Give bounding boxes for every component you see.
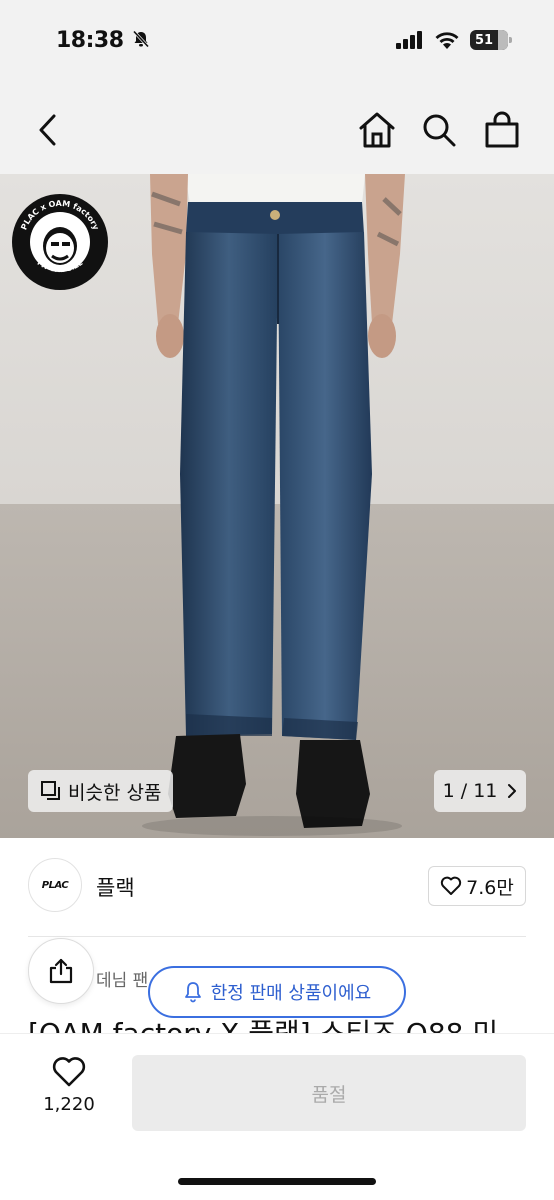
bell-slash-icon xyxy=(132,30,149,48)
share-button[interactable] xyxy=(28,938,94,1004)
wishlist-button[interactable]: 1,220 xyxy=(30,1056,108,1136)
limited-sale-text: 한정 판매 상품이에요 xyxy=(210,983,372,1004)
back-button[interactable] xyxy=(26,108,70,152)
search-button[interactable] xyxy=(417,108,461,152)
cart-button[interactable] xyxy=(480,108,524,152)
similar-products-label: 비슷한 상품 xyxy=(68,781,162,804)
heart-icon xyxy=(440,876,462,895)
status-icons: 51 xyxy=(396,30,512,50)
back-chevron-icon xyxy=(39,114,56,146)
battery-level: 51 xyxy=(475,32,494,48)
image-page-counter[interactable]: 1 / 11 xyxy=(434,770,526,812)
signal-icon xyxy=(396,31,422,49)
similar-products-icon xyxy=(41,781,60,800)
battery-icon: 51 xyxy=(470,30,512,50)
brand-name[interactable]: 플랙 xyxy=(96,872,135,902)
home-button[interactable] xyxy=(355,108,399,152)
heart-icon xyxy=(52,1057,86,1087)
search-icon xyxy=(423,114,456,147)
bottom-action-bar: 1,220 품절 xyxy=(0,1034,554,1200)
collab-badge-logo: PLAC x OAM factory FIT THE SIZE xyxy=(12,194,108,290)
clock-text: 18:38 xyxy=(56,28,124,53)
bell-icon xyxy=(184,982,201,1003)
share-icon xyxy=(49,958,73,984)
divider xyxy=(28,936,526,937)
limited-sale-notice: 한정 판매 상품이에요 xyxy=(148,966,406,1018)
home-icon xyxy=(359,112,395,148)
brand-like-button[interactable]: 7.6만 xyxy=(428,866,526,906)
status-time: 18:38 xyxy=(56,28,151,53)
top-nav-bar xyxy=(0,90,554,174)
chevron-right-icon xyxy=(508,784,517,798)
brand-like-count: 7.6만 xyxy=(466,876,514,899)
brand-logo[interactable]: PLAC xyxy=(28,858,82,912)
wishlist-count: 1,220 xyxy=(43,1094,95,1115)
brand-row: PLAC 플랙 7.6만 xyxy=(0,838,554,938)
home-indicator[interactable] xyxy=(178,1178,376,1185)
brand-logo-text: PLAC xyxy=(41,879,69,891)
status-bar: 18:38 51 xyxy=(0,0,554,90)
sold-out-button[interactable]: 품절 xyxy=(132,1055,526,1131)
wifi-icon xyxy=(435,32,459,49)
product-category[interactable]: 데님 팬 xyxy=(96,966,148,991)
sold-out-label: 품절 xyxy=(311,1083,347,1106)
product-image-carousel[interactable]: PLAC x OAM factory FIT THE SIZE 비슷한 상품 1… xyxy=(0,174,554,838)
page-counter-text: 1 / 11 xyxy=(442,780,498,802)
similar-products-button[interactable]: 비슷한 상품 xyxy=(28,770,174,812)
shopping-bag-icon xyxy=(485,111,519,148)
